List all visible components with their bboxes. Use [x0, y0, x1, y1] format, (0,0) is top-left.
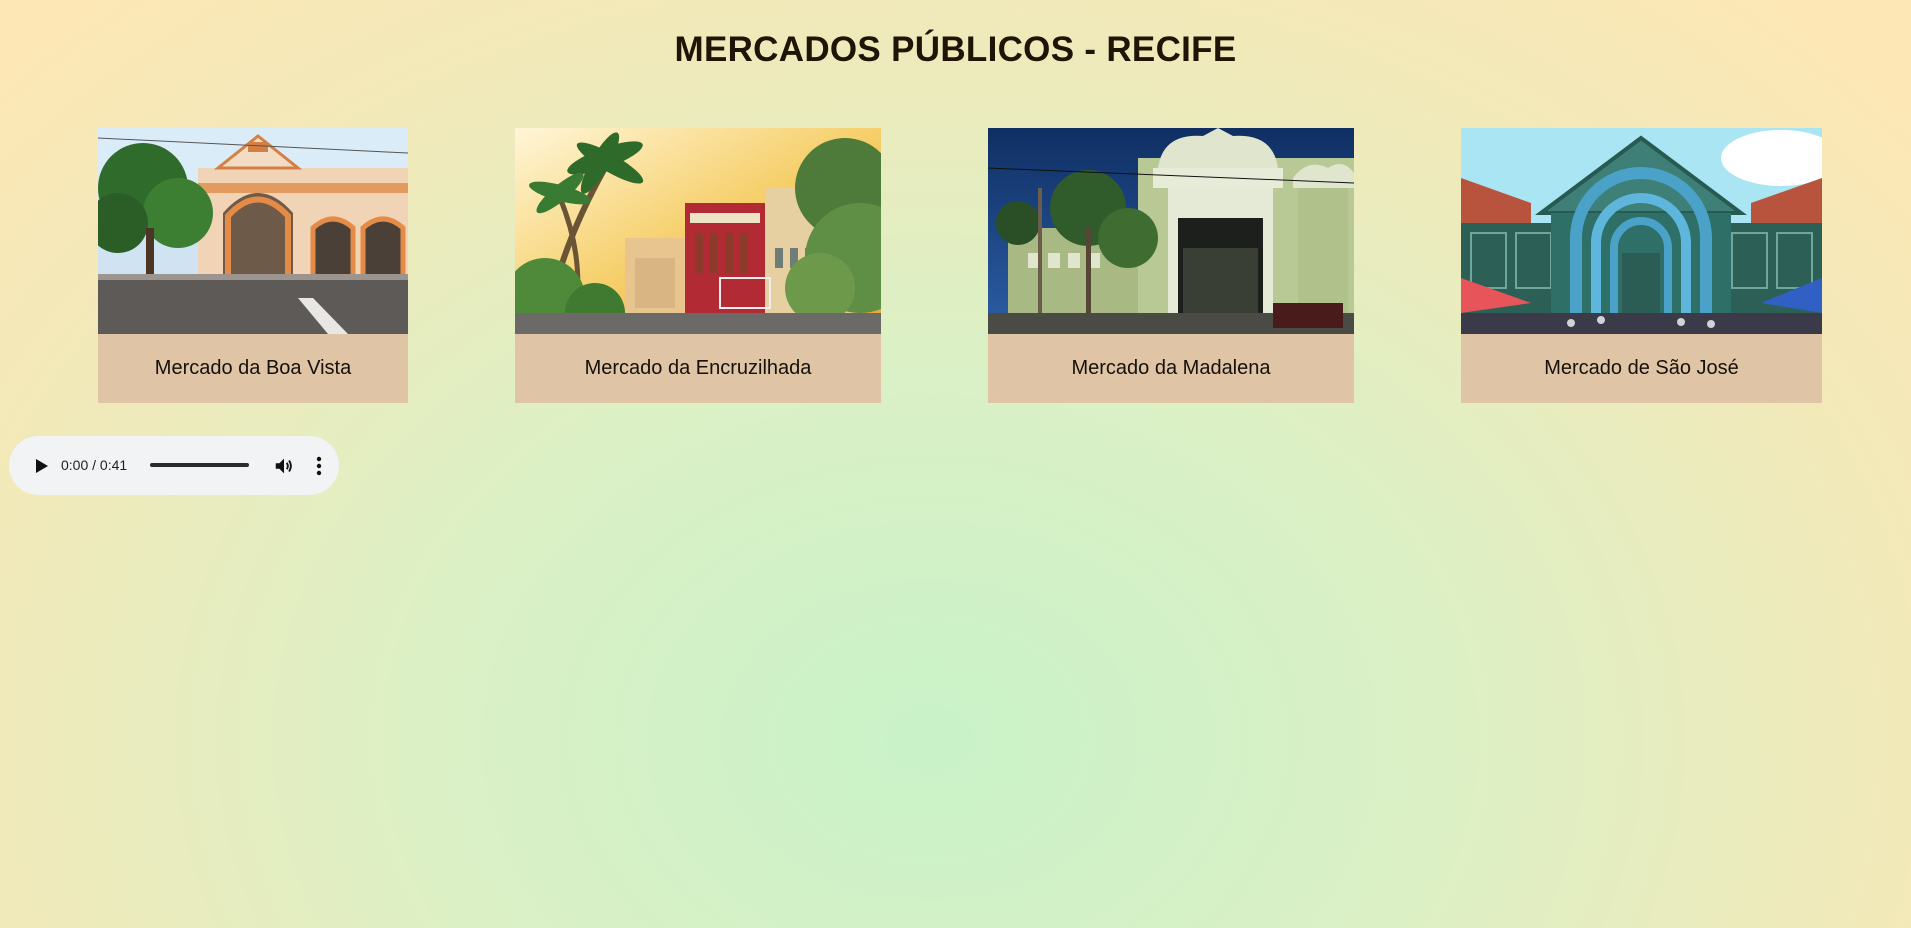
market-photo-image [98, 128, 408, 334]
play-icon[interactable] [31, 456, 51, 476]
market-photo[interactable] [1461, 128, 1822, 334]
market-card-boa-vista[interactable]: Mercado da Boa Vista [98, 128, 408, 403]
market-name: Mercado da Boa Vista [154, 357, 352, 379]
audio-progress-slider[interactable] [150, 463, 249, 467]
market-name: Mercado da Madalena [1071, 357, 1271, 379]
more-options-icon[interactable] [309, 455, 329, 477]
market-photo[interactable] [515, 128, 881, 334]
market-name: Mercado de São José [1544, 357, 1739, 379]
volume-icon[interactable] [273, 455, 295, 477]
page-title: MERCADOS PÚBLICOS - RECIFE [674, 30, 1237, 69]
market-card-madalena[interactable]: Mercado da Madalena [988, 128, 1354, 403]
audio-player[interactable]: 0:00 / 0:41 [9, 436, 339, 495]
market-photo-image [1461, 128, 1822, 334]
market-photo[interactable] [98, 128, 408, 334]
market-name: Mercado da Encruzilhada [584, 357, 812, 379]
market-photo-image [988, 128, 1354, 334]
audio-time: 0:00 / 0:41 [61, 457, 128, 473]
market-card-encruzilhada[interactable]: Mercado da Encruzilhada [515, 128, 881, 403]
market-photo-image [515, 128, 881, 334]
market-card-sao-jose[interactable]: Mercado de São José [1461, 128, 1822, 403]
market-photo[interactable] [988, 128, 1354, 334]
